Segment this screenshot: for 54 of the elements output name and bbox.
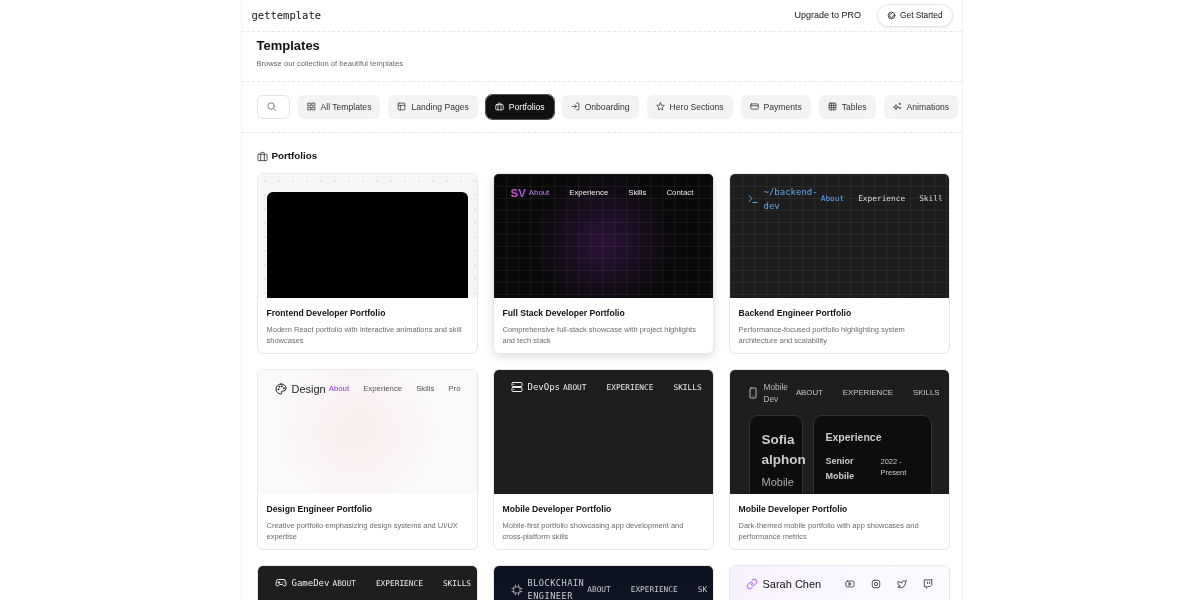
filter-tab[interactable]: Payments xyxy=(740,95,811,119)
brand-name: DevOps xyxy=(527,380,560,394)
card-title: Mobile Developer Portfolio xyxy=(502,502,613,516)
section-title: Portfolios xyxy=(271,149,318,163)
bird-icon xyxy=(896,578,907,589)
palette-icon xyxy=(274,382,287,395)
card-title: Backend Engineer Portfolio xyxy=(738,306,853,320)
brand-name: BLOCKCHAIN ENGINEER xyxy=(527,576,585,600)
sign-in-icon xyxy=(570,102,580,112)
layout-icon xyxy=(397,102,407,112)
filter-tab[interactable]: Animations xyxy=(883,95,959,119)
filter-tab[interactable]: Onboarding xyxy=(561,95,639,119)
filter-tab[interactable]: Tables xyxy=(818,95,876,119)
credit-card-icon xyxy=(749,102,759,112)
job-title: Senior Mobile xyxy=(825,455,855,484)
card-title: Design Engineer Portfolio xyxy=(266,502,374,516)
profile-name: Sarah Chen xyxy=(762,576,822,592)
logo[interactable]: gettemplate xyxy=(251,7,322,24)
gamepad-icon xyxy=(274,577,287,590)
brand-name: Mobile Dev xyxy=(763,380,789,405)
link-icon xyxy=(745,577,758,590)
card-title: Full Stack Developer Portfolio xyxy=(502,306,626,320)
terminal-icon xyxy=(746,192,759,205)
profile-name: Sofia alphon xyxy=(761,430,806,469)
phone-icon xyxy=(746,386,759,399)
chip-icon xyxy=(510,583,523,596)
filter-tab[interactable]: All Templates xyxy=(297,95,381,119)
filter-tab[interactable]: Portfolios xyxy=(485,95,554,119)
sparkles-icon xyxy=(892,102,902,112)
table-icon xyxy=(827,102,837,112)
briefcase-icon xyxy=(256,150,268,162)
brand-name: Design xyxy=(291,381,326,397)
card-title: Mobile Developer Portfolio xyxy=(738,502,849,516)
template-card[interactable]: Sarah Chen xyxy=(728,564,950,600)
page-title: Templates xyxy=(256,38,321,54)
search-icon xyxy=(265,101,277,113)
brand-name: GameDev xyxy=(291,576,330,590)
card-heading: Experience xyxy=(825,429,883,445)
video-play-icon xyxy=(844,578,855,589)
filter-tab[interactable]: Landing Pages xyxy=(388,95,478,119)
grid-icon xyxy=(306,102,316,112)
filter-tab[interactable]: Hero Sections xyxy=(646,95,733,119)
server-icon xyxy=(510,381,523,394)
search-field[interactable] xyxy=(256,95,290,119)
spiral-icon xyxy=(887,11,897,20)
upgrade-link[interactable]: Upgrade to PRO xyxy=(794,8,862,23)
chat-icon xyxy=(922,578,933,589)
card-title: Frontend Developer Portfolio xyxy=(266,306,387,320)
get-started-button[interactable]: Get Started xyxy=(877,4,953,27)
profile-role: Mobile xyxy=(761,474,795,490)
brand-name: ~/backend-dev xyxy=(763,185,818,213)
briefcase-icon xyxy=(494,102,504,112)
star-icon xyxy=(655,102,665,112)
instagram-icon xyxy=(870,578,881,589)
